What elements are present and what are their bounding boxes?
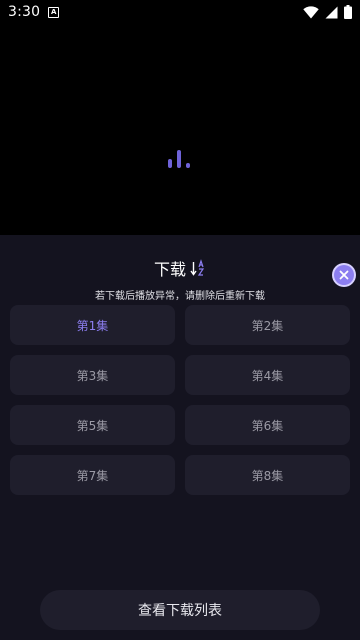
episode-5-button[interactable]: 第5集 bbox=[10, 405, 175, 445]
episode-6-button[interactable]: 第6集 bbox=[185, 405, 350, 445]
sheet-header: 下载 bbox=[0, 255, 360, 281]
cell-signal-icon bbox=[325, 6, 338, 18]
notification-icon: A bbox=[48, 6, 60, 18]
download-sheet: 下载 若下载后播放异常，请删除后重新下载 第1集 第2集 第3集 第4集 第5集… bbox=[0, 235, 360, 640]
close-icon bbox=[339, 270, 349, 280]
battery-icon bbox=[344, 5, 352, 19]
status-icons bbox=[303, 5, 352, 19]
download-hint: 若下载后播放异常，请删除后重新下载 bbox=[95, 291, 265, 302]
sheet-title: 下载 bbox=[153, 260, 186, 279]
episode-grid: 第1集 第2集 第3集 第4集 第5集 第6集 第7集 第8集 bbox=[10, 305, 350, 495]
episode-7-button[interactable]: 第7集 bbox=[10, 455, 175, 495]
status-time: 3:30 bbox=[8, 4, 41, 20]
sort-az-icon[interactable] bbox=[190, 259, 206, 277]
episode-1-button[interactable]: 第1集 bbox=[10, 305, 175, 345]
close-button[interactable] bbox=[334, 265, 354, 285]
view-download-list-button[interactable]: 查看下载列表 bbox=[40, 590, 320, 630]
episode-8-button[interactable]: 第8集 bbox=[185, 455, 350, 495]
status-bar: 3:30 A bbox=[0, 0, 360, 24]
video-player[interactable] bbox=[0, 24, 360, 235]
episode-2-button[interactable]: 第2集 bbox=[185, 305, 350, 345]
loading-bars-icon bbox=[168, 150, 190, 168]
wifi-icon bbox=[303, 5, 319, 18]
episode-3-button[interactable]: 第3集 bbox=[10, 355, 175, 395]
episode-4-button[interactable]: 第4集 bbox=[185, 355, 350, 395]
